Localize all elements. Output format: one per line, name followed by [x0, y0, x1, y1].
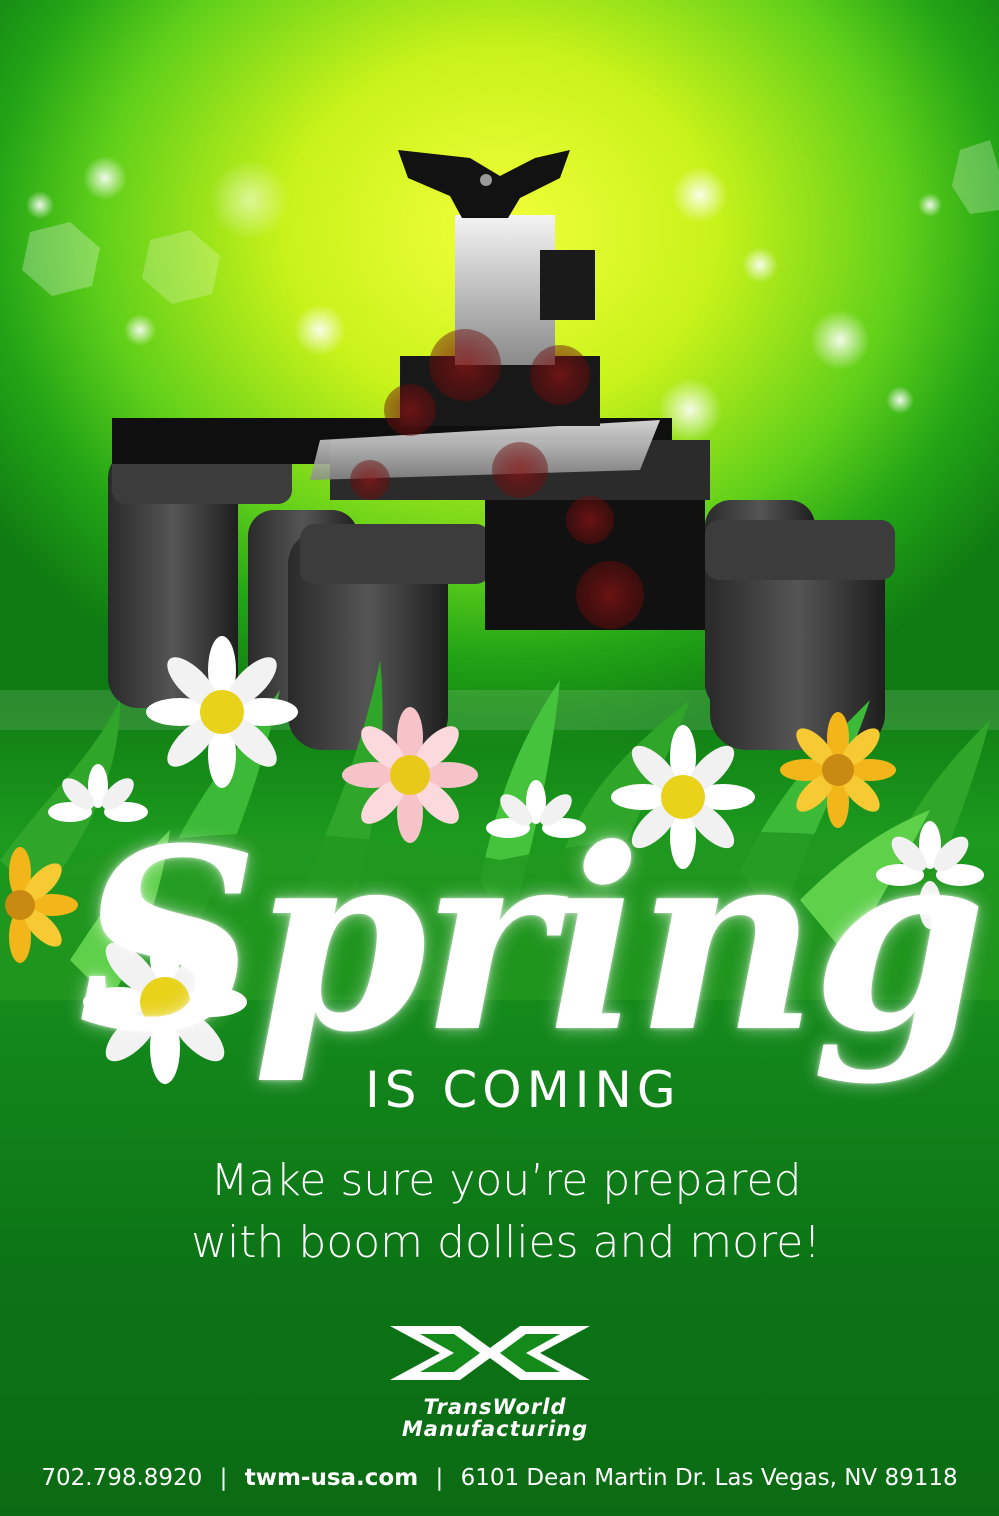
address: 6101 Dean Martin Dr. Las Vegas, NV 89118 — [460, 1465, 958, 1491]
headline-spring: Spring — [78, 793, 987, 1087]
twm-x-logo-icon — [390, 1326, 590, 1380]
scene-art — [0, 140, 999, 1084]
tagline-line-2: with boom dollies and more! — [191, 1217, 821, 1268]
brand-line-1: TransWorld — [423, 1395, 567, 1419]
brand-name: TransWorld Manufacturing — [330, 1396, 660, 1440]
headline-is-coming: IS COMING — [365, 1061, 681, 1119]
tagline-line-1: Make sure you’re prepared — [210, 1155, 802, 1206]
separator: | — [435, 1465, 444, 1491]
contact-footer: 702.798.8920 | twm-usa.com | 6101 Dean M… — [0, 1458, 999, 1498]
poster: Spring IS COMING Make sure you’re prepar… — [0, 0, 999, 1516]
website-link[interactable]: twm-usa.com — [245, 1465, 418, 1491]
separator: | — [219, 1465, 228, 1491]
headline: Spring — [0, 790, 999, 1090]
tagline: Make sure you’re prepared with boom doll… — [0, 1150, 999, 1274]
phone-number: 702.798.8920 — [41, 1465, 203, 1491]
brand-line-2: Manufacturing — [401, 1417, 589, 1441]
